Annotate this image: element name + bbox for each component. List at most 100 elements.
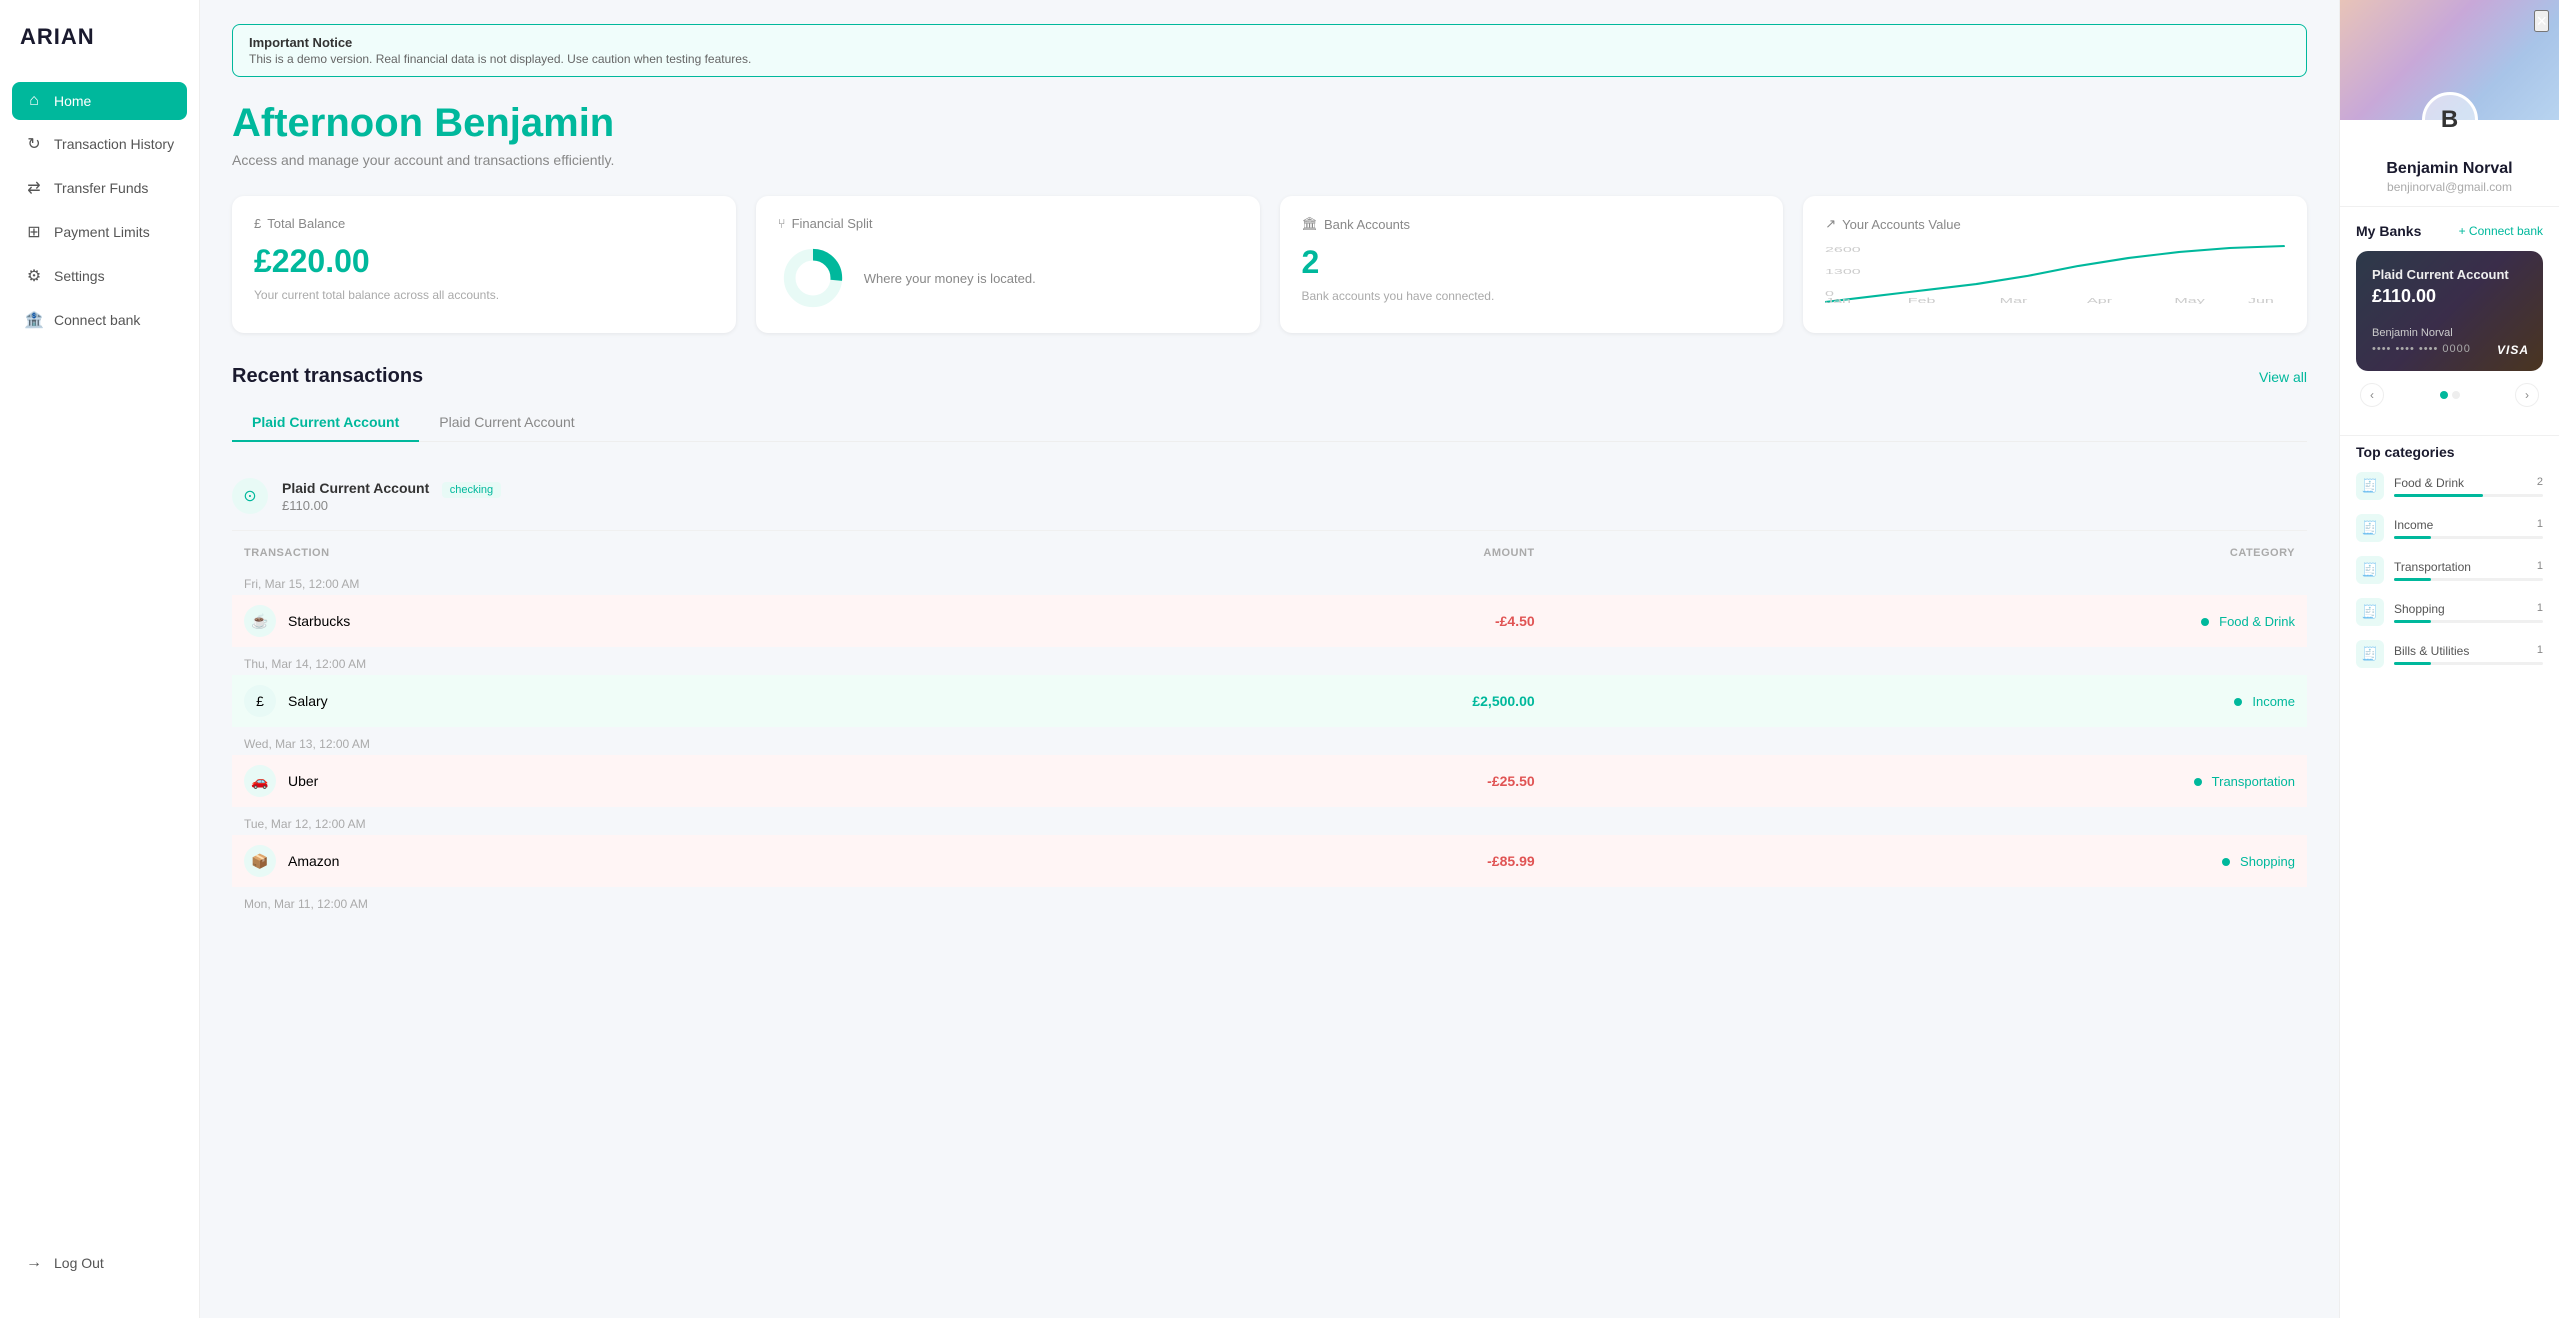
sidebar-item-home[interactable]: ⌂ Home [12, 82, 187, 120]
date-group-row: Mon, Mar 11, 12:00 AM [232, 887, 2307, 915]
transfer-icon: ⇄ [24, 178, 44, 198]
bank-accounts-desc: Bank accounts you have connected. [1302, 289, 1762, 303]
view-all-button[interactable]: View all [2259, 369, 2307, 385]
carousel-prev[interactable]: ‹ [2360, 383, 2384, 407]
bank-card-name: Plaid Current Account [2372, 267, 2527, 282]
summary-cards: £ Total Balance £220.00 Your current tot… [232, 196, 2307, 333]
tx-icon: ☕ [244, 605, 276, 637]
svg-text:May: May [2175, 297, 2206, 304]
tx-name-cell: ☕ Starbucks [244, 605, 1011, 637]
category-icon: 🧾 [2356, 598, 2384, 626]
category-name: Transportation 1 [2394, 560, 2543, 574]
category-bar-bg [2394, 620, 2543, 623]
sidebar-item-connect-bank[interactable]: 🏦 Connect bank [12, 300, 187, 340]
svg-text:1300: 1300 [1825, 268, 1861, 276]
close-button[interactable]: × [2534, 10, 2549, 32]
tx-amount: -£85.99 [1023, 835, 1547, 887]
categories-title: Top categories [2356, 444, 2543, 460]
bank-card-holder: Benjamin Norval [2372, 327, 2527, 339]
split-icon: ⑂ [778, 216, 786, 231]
category-bar-bg [2394, 536, 2543, 539]
table-row[interactable]: ☕ Starbucks -£4.50 Food & Drink [232, 595, 2307, 647]
accounts-value-title: ↗ Your Accounts Value [1825, 216, 2285, 232]
tx-amount: £2,500.00 [1023, 675, 1547, 727]
transaction-tbody: Fri, Mar 15, 12:00 AM ☕ Starbucks -£4.50… [232, 567, 2307, 915]
accounts-value-card: ↗ Your Accounts Value Jan Feb Mar Apr Ma… [1803, 196, 2307, 333]
total-balance-value: £220.00 [254, 243, 714, 280]
table-row[interactable]: £ Salary £2,500.00 Income [232, 675, 2307, 727]
category-count: 1 [2537, 602, 2543, 616]
category-label: Bills & Utilities [2394, 644, 2469, 658]
tab-plaid-current-2[interactable]: Plaid Current Account [419, 404, 594, 442]
account-name: Plaid Current Account [282, 480, 429, 496]
cat-label: Shopping [2240, 854, 2295, 869]
history-icon: ↻ [24, 134, 44, 154]
tx-item-name: Amazon [288, 853, 339, 869]
carousel-next[interactable]: › [2515, 383, 2539, 407]
important-notice: Important Notice This is a demo version.… [232, 24, 2307, 77]
financial-split-card: ⑂ Financial Split Where your money is lo… [756, 196, 1260, 333]
table-row[interactable]: 🚗 Uber -£25.50 Transportation [232, 755, 2307, 807]
bank-accounts-value: 2 [1302, 244, 1762, 281]
account-balance: £110.00 [282, 498, 501, 513]
svg-text:Jun: Jun [2248, 297, 2274, 304]
category-name: Bills & Utilities 1 [2394, 644, 2543, 658]
category-bar [2394, 662, 2431, 665]
category-bar [2394, 620, 2431, 623]
tx-category: Food & Drink [1547, 595, 2307, 647]
categories-list: 🧾 Food & Drink 2 🧾 Income 1 [2356, 472, 2543, 668]
list-item: 🧾 Transportation 1 [2356, 556, 2543, 584]
logout-button[interactable]: → Log Out [12, 1244, 187, 1282]
sidebar-bottom: → Log Out [0, 1232, 199, 1294]
cat-dot [2222, 858, 2230, 866]
account-badge: checking [442, 482, 501, 498]
dot-2 [2452, 391, 2460, 399]
cat-label: Food & Drink [2219, 614, 2295, 629]
tx-name-cell: 🚗 Uber [244, 765, 1011, 797]
app-logo: ARIAN [0, 24, 199, 82]
right-panel: × B Benjamin Norval benjinorval@gmail.co… [2339, 0, 2559, 1318]
sidebar-item-label: Payment Limits [54, 224, 150, 240]
col-category: CATEGORY [1547, 539, 2307, 567]
category-bar-bg [2394, 662, 2543, 665]
tx-item-name: Uber [288, 773, 318, 789]
trend-icon: ↗ [1825, 216, 1836, 232]
list-item: 🧾 Bills & Utilities 1 [2356, 640, 2543, 668]
date-group-row: Tue, Mar 12, 12:00 AM [232, 807, 2307, 835]
category-label: Food & Drink [2394, 476, 2464, 490]
category-bar [2394, 578, 2431, 581]
category-info: Transportation 1 [2394, 560, 2543, 581]
profile-name: Benjamin Norval [2356, 160, 2543, 178]
sidebar-item-label: Transaction History [54, 136, 174, 152]
category-name: Shopping 1 [2394, 602, 2543, 616]
category-bar [2394, 536, 2431, 539]
tx-icon: £ [244, 685, 276, 717]
notice-title: Important Notice [249, 35, 2290, 50]
tx-category: Income [1547, 675, 2307, 727]
connect-bank-button[interactable]: + Connect bank [2459, 224, 2543, 238]
dot-1 [2440, 391, 2448, 399]
table-row[interactable]: 📦 Amazon -£85.99 Shopping [232, 835, 2307, 887]
bank-card: Plaid Current Account £110.00 Benjamin N… [2356, 251, 2543, 371]
financial-split-desc: Where your money is located. [864, 271, 1036, 286]
greeting-heading: Afternoon Benjamin [232, 101, 2307, 146]
svg-text:Jan: Jan [1825, 297, 1851, 304]
list-item: 🧾 Food & Drink 2 [2356, 472, 2543, 500]
category-info: Shopping 1 [2394, 602, 2543, 623]
tx-name-cell: £ Salary [244, 685, 1011, 717]
col-transaction: TRANSACTION [232, 539, 1023, 567]
category-info: Food & Drink 2 [2394, 476, 2543, 497]
sidebar-item-label: Connect bank [54, 312, 140, 328]
category-name: Food & Drink 2 [2394, 476, 2543, 490]
sidebar-item-payment-limits[interactable]: ⊞ Payment Limits [12, 212, 187, 252]
sidebar: ARIAN ⌂ Home ↻ Transaction History ⇄ Tra… [0, 0, 200, 1318]
greeting-prefix: Afternoon [232, 101, 423, 145]
sidebar-item-settings[interactable]: ⚙ Settings [12, 256, 187, 296]
donut-wrap: Where your money is located. [778, 243, 1238, 313]
sidebar-item-transfer-funds[interactable]: ⇄ Transfer Funds [12, 168, 187, 208]
tx-item-name: Salary [288, 693, 328, 709]
svg-text:0: 0 [1825, 290, 1834, 298]
tab-plaid-current-1[interactable]: Plaid Current Account [232, 404, 419, 442]
sidebar-item-transaction-history[interactable]: ↻ Transaction History [12, 124, 187, 164]
tx-amount: -£4.50 [1023, 595, 1547, 647]
